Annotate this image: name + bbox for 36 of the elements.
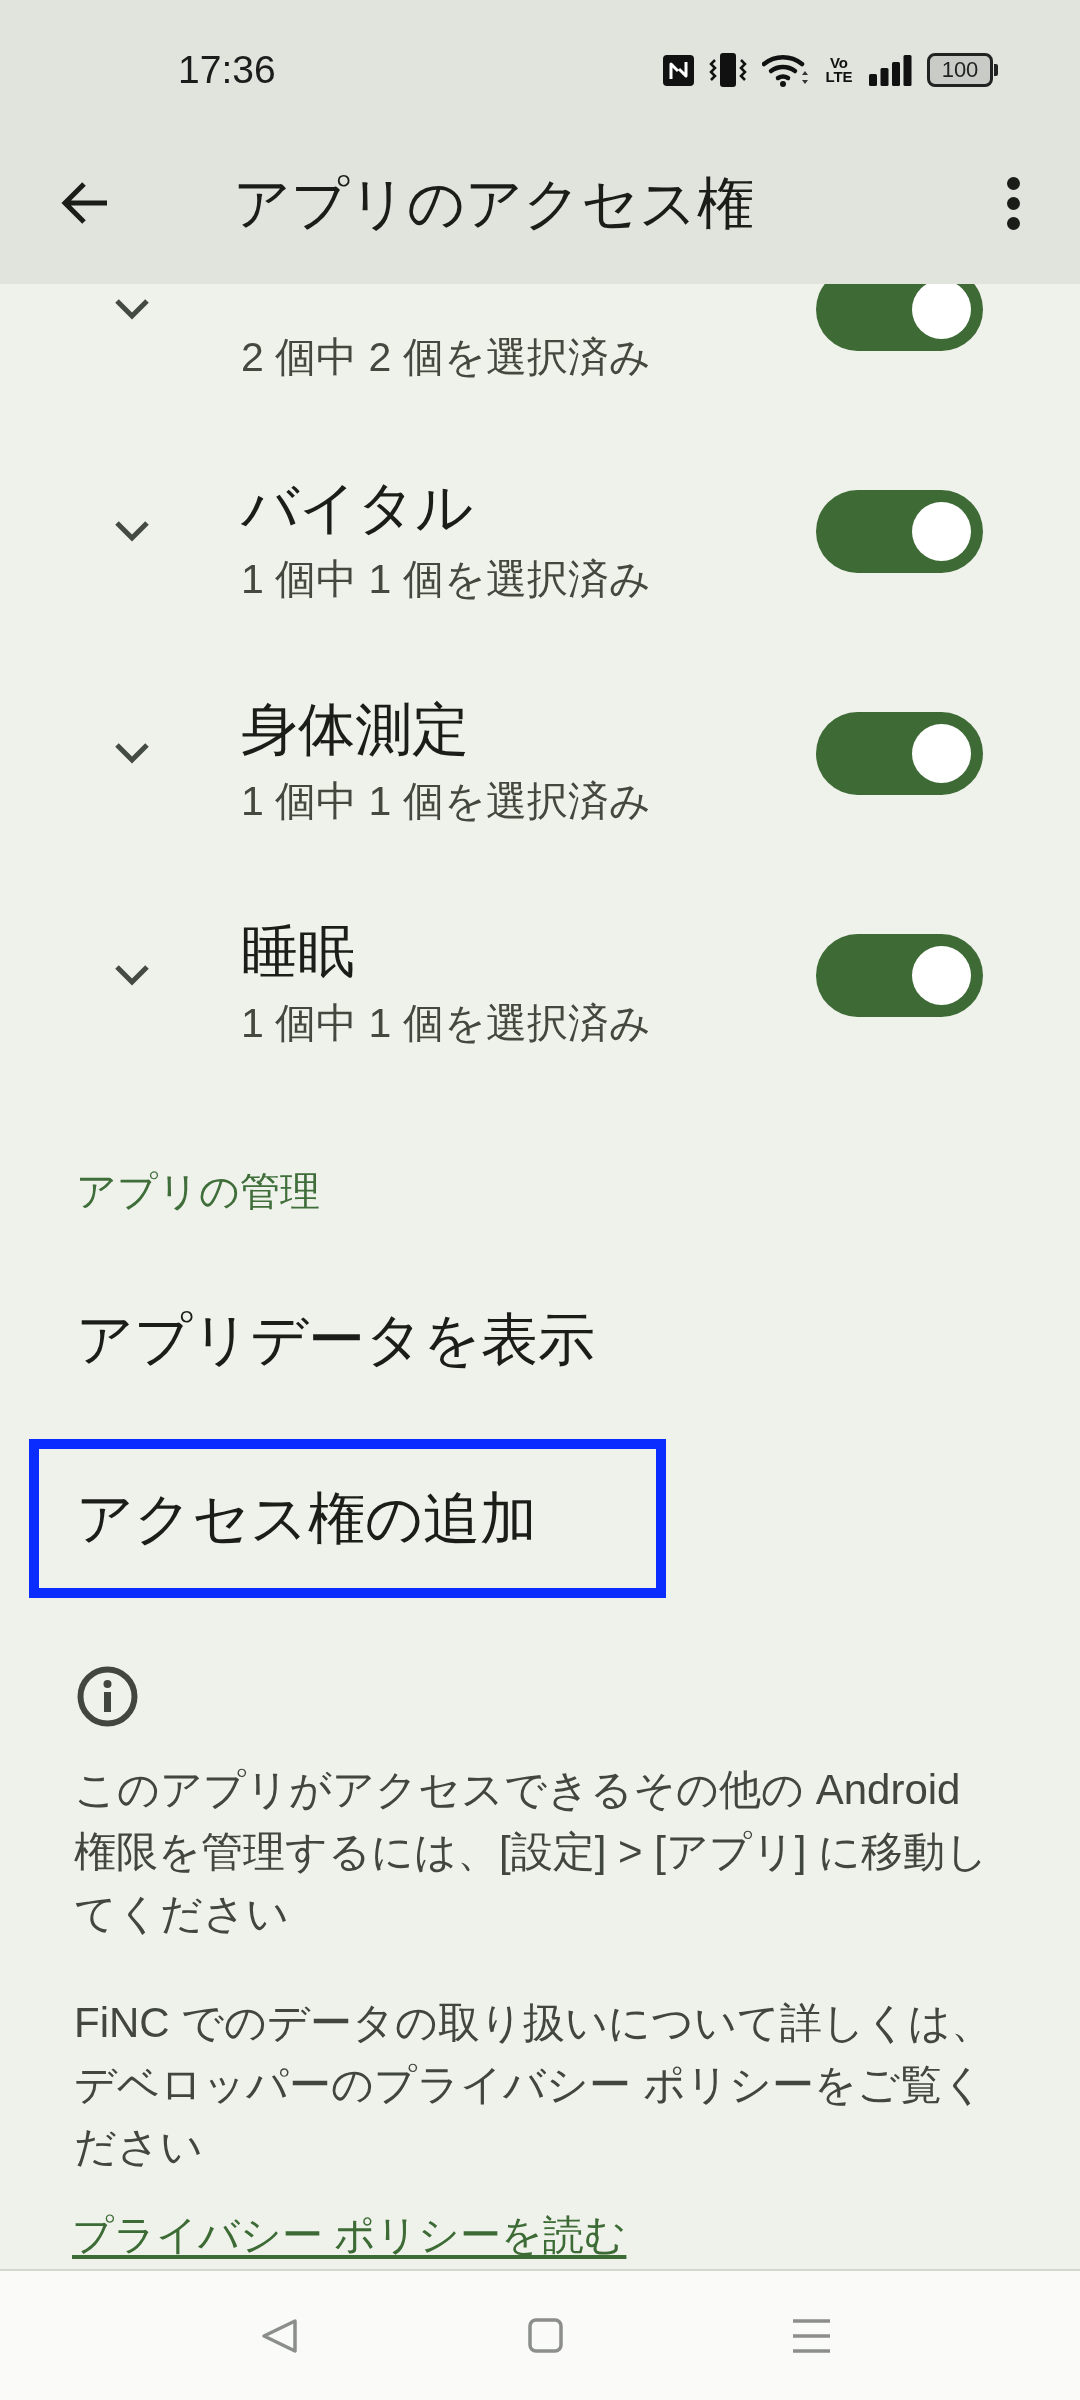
info-icon [77,1666,138,1727]
menu-item[interactable]: アクセス権の追加 [76,1483,537,1553]
section-header: アプリの管理 [76,1168,320,1215]
permission-title: 身体測定 [241,695,470,763]
menu-icon [792,2317,830,2354]
permission-count: 2 個中 2 個を選択済み [241,332,652,382]
permission-title: バイタル [241,473,474,541]
back-triangle-icon [260,2317,298,2354]
menu-item[interactable]: アプリデータを表示 [76,1304,595,1374]
network-type-label: Vo LTE [824,56,854,84]
toggle-switch[interactable] [816,284,983,351]
more-options-icon [1007,176,1020,230]
recent-apps-button[interactable] [792,2317,830,2354]
signal-icon [869,54,912,86]
chevron-down-icon[interactable] [114,298,150,320]
chevron-down-icon[interactable] [114,520,150,542]
chevron-down-icon[interactable] [114,742,150,764]
permission-count: 1 個中 1 個を選択済み [241,776,652,826]
permission-count: 1 個中 1 個を選択済み [241,998,652,1048]
square-icon [527,2318,563,2353]
status-time: 17:36 [178,47,276,93]
permission-count: 1 個中 1 個を選択済み [241,554,652,604]
chevron-down-icon[interactable] [114,964,150,986]
nfc-icon [663,54,694,86]
battery-percentage: 100 [941,58,979,82]
info-text: このアプリがアクセスできるその他の Android 権限を管理するには、[設定] > [アプリ] に移動してください [74,1765,990,1939]
back-button[interactable] [61,181,109,225]
screen-title: アプリのアクセス権 [233,170,754,237]
wifi-icon [762,53,809,87]
more-options-button[interactable] [1007,176,1020,230]
info-text: FiNC でのデータの取り扱いについて詳しくは、デベロッパーのプライバシー ポリシーをご覧ください [74,1998,995,2172]
back-arrow-icon [61,181,109,225]
vibrate-icon [709,52,747,88]
privacy-policy-link[interactable]: プライバシー ポリシーを読む [72,2204,627,2266]
home-button[interactable] [527,2318,563,2353]
permission-title: 睡眠 [241,917,356,985]
